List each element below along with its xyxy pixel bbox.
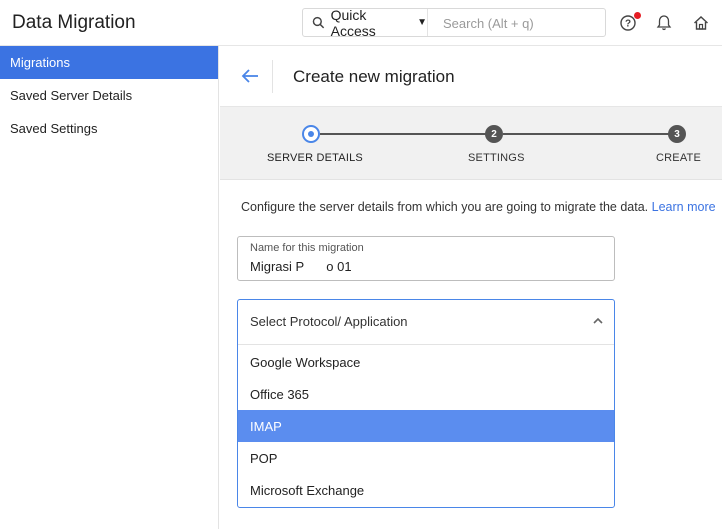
search-icon — [312, 16, 325, 29]
option-microsoft-exchange[interactable]: Microsoft Exchange — [238, 474, 614, 506]
learn-more-link[interactable]: Learn more — [652, 200, 716, 214]
step-1-indicator — [302, 125, 320, 143]
step-2-label: SETTINGS — [468, 152, 525, 164]
sidebar-item-migrations[interactable]: Migrations — [0, 46, 218, 79]
progress-stepper: 2 3 SERVER DETAILS SETTINGS CREATE — [220, 107, 722, 180]
header-divider — [272, 60, 273, 93]
option-office-365[interactable]: Office 365 — [238, 378, 614, 410]
step-connector — [503, 133, 678, 135]
top-bar: Data Migration Quick Access ▼ Search (Al… — [0, 0, 722, 46]
quick-access-dropdown[interactable]: Quick Access ▼ — [303, 6, 428, 39]
search-input[interactable]: Search (Alt + q) — [443, 16, 534, 31]
sidebar-item-saved-settings[interactable]: Saved Settings — [0, 112, 218, 145]
step-2-indicator: 2 — [485, 125, 503, 143]
migration-name-value[interactable]: Migrasi P o 01 — [250, 259, 352, 274]
info-text-body: Configure the server details from which … — [241, 200, 649, 214]
step-connector — [320, 133, 495, 135]
notification-dot — [634, 12, 641, 19]
step-3-indicator: 3 — [668, 125, 686, 143]
option-imap[interactable]: IMAP — [238, 410, 614, 442]
sidebar: Migrations Saved Server Details Saved Se… — [0, 46, 219, 529]
quick-access-label: Quick Access — [330, 6, 376, 39]
bell-icon[interactable] — [655, 14, 673, 32]
app-title: Data Migration — [12, 12, 136, 33]
migration-name-field[interactable]: Name for this migration Migrasi P o 01 — [237, 236, 615, 281]
search-box[interactable]: Quick Access ▼ Search (Alt + q) — [302, 6, 606, 39]
chevron-up-icon[interactable] — [592, 315, 604, 327]
page-title: Create new migration — [293, 67, 455, 86]
back-arrow-icon[interactable] — [240, 66, 260, 86]
sidebar-item-saved-server-details[interactable]: Saved Server Details — [0, 79, 218, 112]
protocol-select[interactable]: Select Protocol/ Application Google Work… — [237, 299, 615, 508]
protocol-select-placeholder: Select Protocol/ Application — [250, 314, 408, 329]
caret-down-icon: ▼ — [417, 17, 427, 28]
step-1-label: SERVER DETAILS — [267, 152, 363, 164]
sidebar-item-label: Saved Settings — [10, 121, 98, 136]
protocol-select-header[interactable]: Select Protocol/ Application — [238, 300, 614, 345]
option-pop[interactable]: POP — [238, 442, 614, 474]
svg-text:?: ? — [625, 19, 631, 30]
main-panel: Create new migration 2 3 SERVER DETAILS … — [220, 46, 722, 529]
sidebar-item-label: Migrations — [10, 55, 70, 70]
option-google-workspace[interactable]: Google Workspace — [238, 346, 614, 378]
home-icon[interactable] — [692, 14, 710, 32]
sidebar-item-label: Saved Server Details — [10, 88, 133, 103]
step-3-label: CREATE — [656, 152, 702, 164]
info-text: Configure the server details from which … — [241, 200, 716, 214]
migration-name-label: Name for this migration — [250, 242, 364, 254]
page-header: Create new migration — [220, 46, 722, 107]
